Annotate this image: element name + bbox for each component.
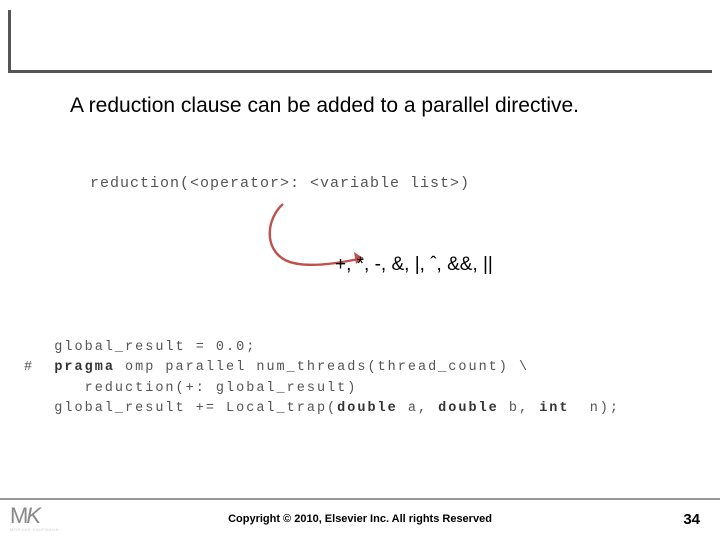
copyright-text: Copyright © 2010, Elsevier Inc. All righ… xyxy=(0,513,720,525)
double-keyword-1: double xyxy=(337,401,398,416)
horizontal-rule-bottom xyxy=(0,498,720,500)
code-line-4g: n); xyxy=(570,401,621,416)
code-line-4e: b, xyxy=(499,401,539,416)
code-line-3: reduction(+: global_result) xyxy=(24,381,357,396)
example-code-block: global_result = 0.0; # pragma omp parall… xyxy=(24,338,620,419)
intro-paragraph: A reduction clause can be added to a par… xyxy=(70,92,630,119)
code-line-2c: omp parallel num_threads(thread_count) \ xyxy=(115,360,529,375)
operator-list: +, *, -, &, |, ˆ, &&, || xyxy=(335,254,493,276)
slide-container: A reduction clause can be added to a par… xyxy=(0,0,720,540)
slide-number: 34 xyxy=(683,511,700,528)
syntax-code: reduction(<operator>: <variable list>) xyxy=(90,175,470,192)
int-keyword: int xyxy=(539,401,569,416)
code-line-2a: # xyxy=(24,360,54,375)
logo-subtext: MORGAN KAUFMANN xyxy=(10,527,59,532)
vertical-rule-top xyxy=(8,10,11,70)
double-keyword-2: double xyxy=(438,401,499,416)
code-line-4c: a, xyxy=(398,401,438,416)
pragma-keyword: pragma xyxy=(54,360,115,375)
horizontal-rule-top xyxy=(8,70,712,73)
code-line-1: global_result = 0.0; xyxy=(24,340,256,355)
code-line-4a: global_result += Local_trap( xyxy=(24,401,337,416)
